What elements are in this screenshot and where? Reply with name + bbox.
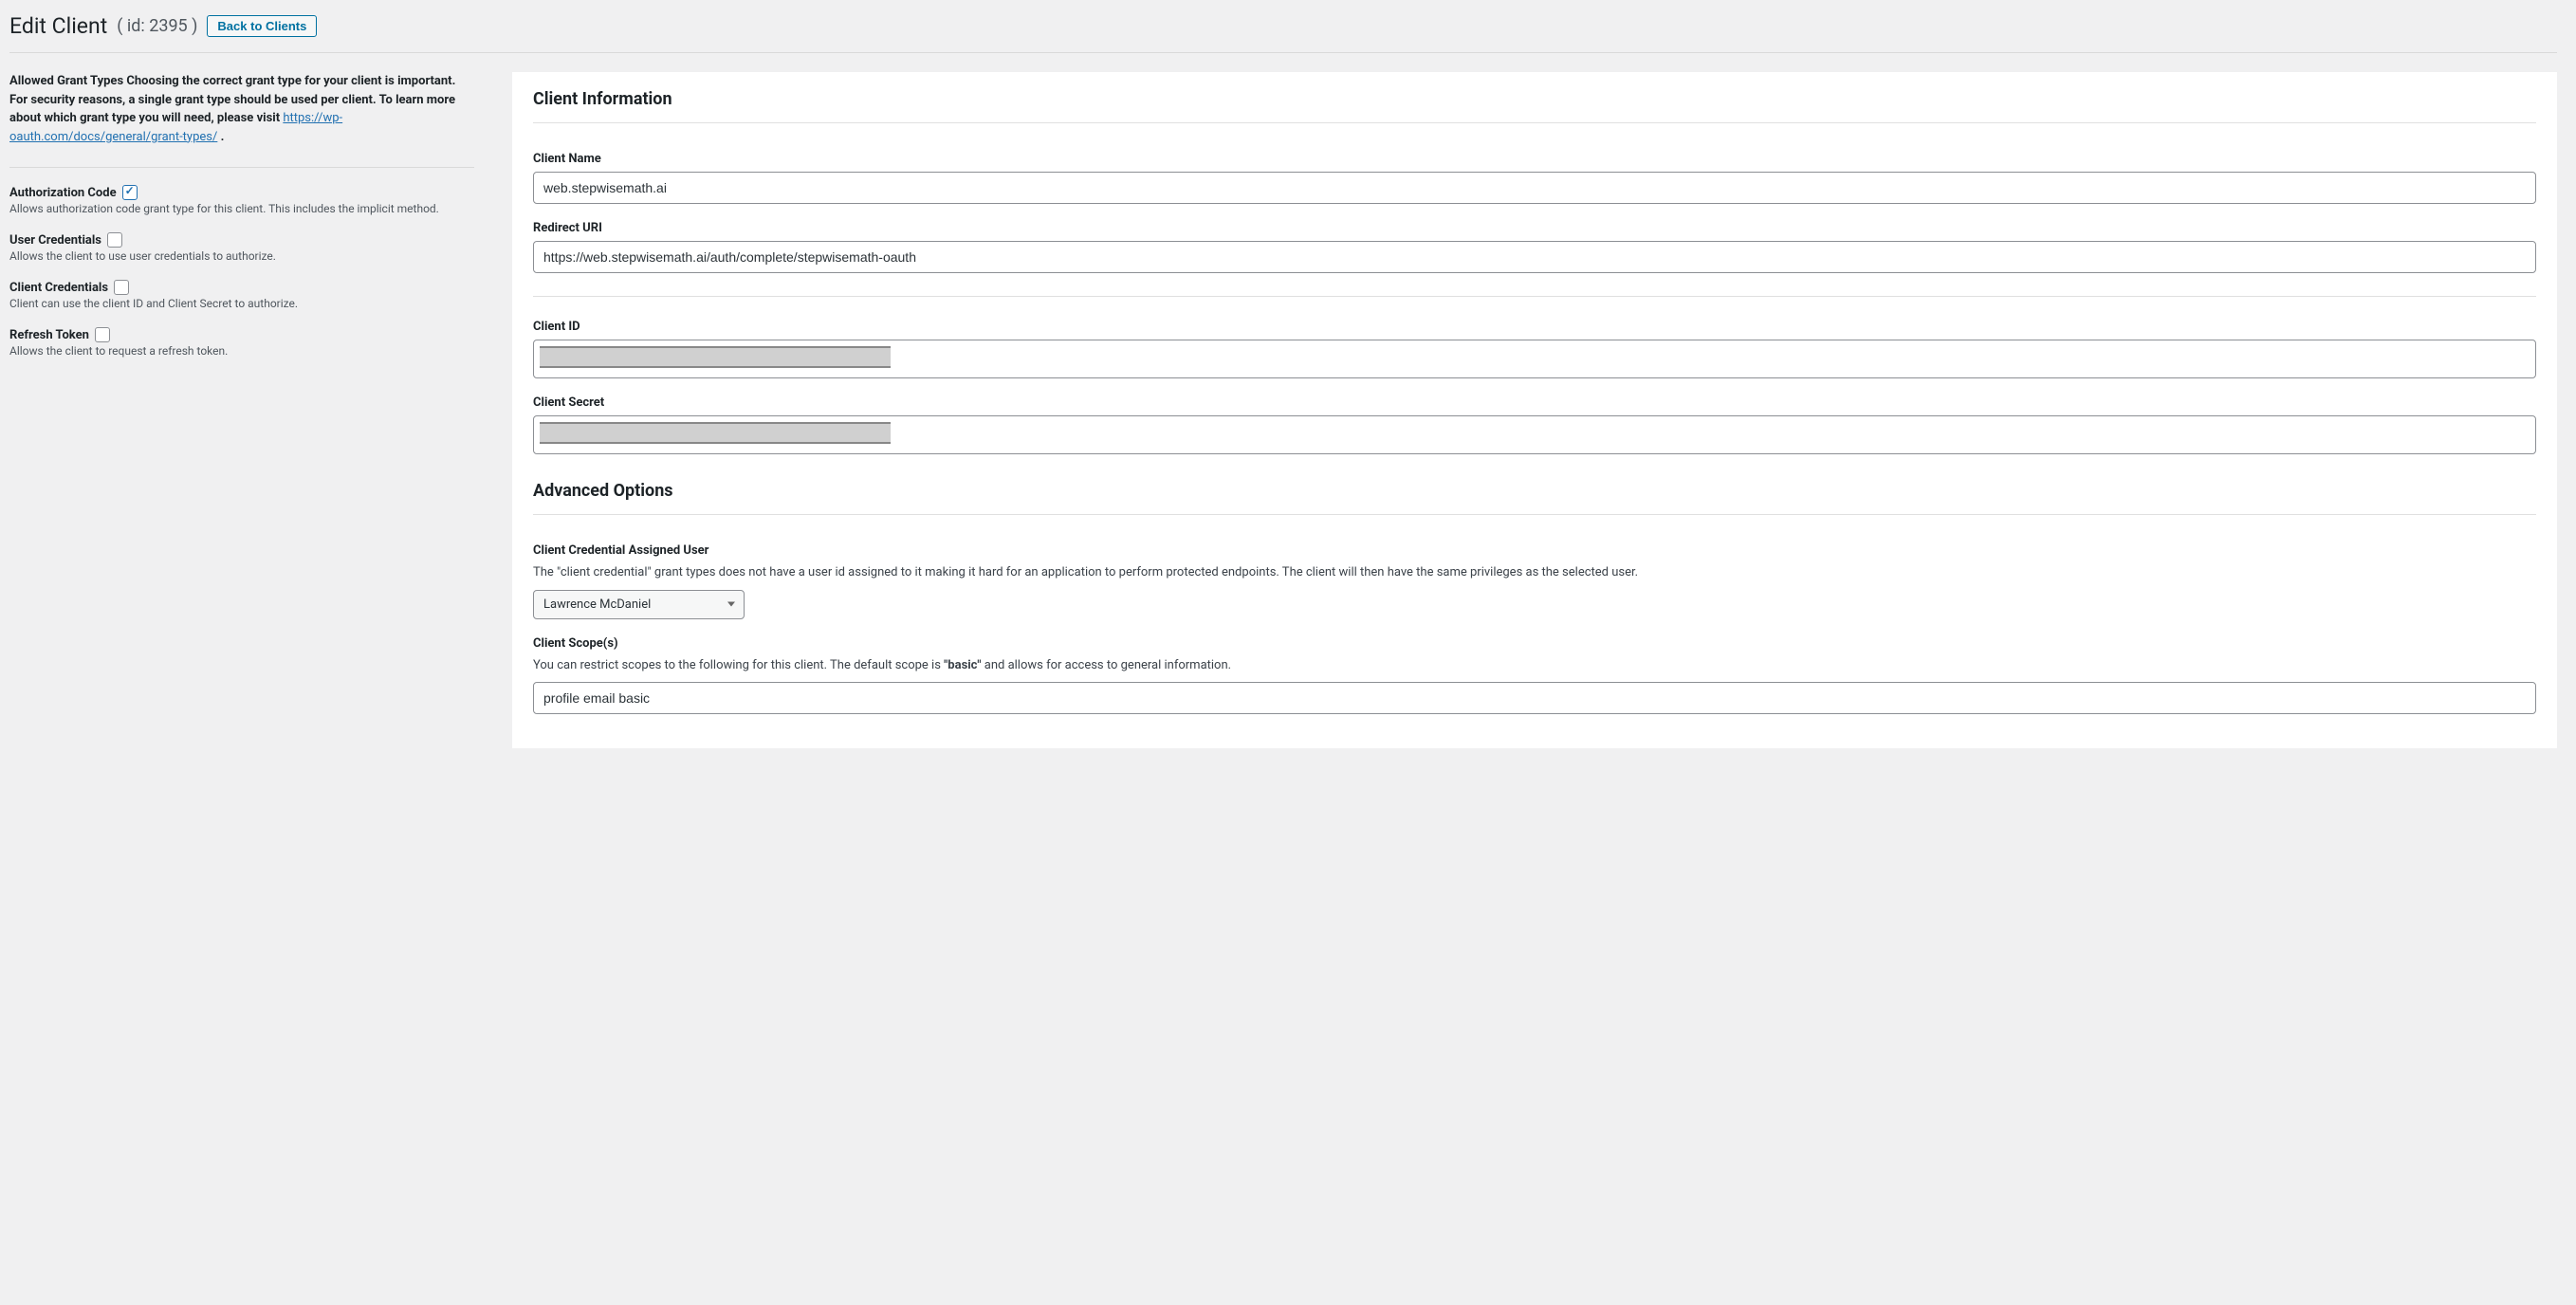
assigned-user-field: Client Credential Assigned User The "cli… — [533, 543, 2536, 619]
client-secret-value[interactable] — [533, 415, 2536, 454]
grant-label: User Credentials — [9, 233, 101, 248]
assigned-user-selected-value: Lawrence McDaniel — [543, 597, 651, 612]
divider — [533, 122, 2536, 123]
grant-label: Refresh Token — [9, 328, 89, 342]
assigned-user-desc: The "client credential" grant types does… — [533, 563, 2536, 582]
redacted-icon — [540, 422, 891, 444]
grant-desc: Allows the client to request a refresh t… — [9, 344, 474, 358]
grant-label: Authorization Code — [9, 186, 117, 200]
redirect-uri-input[interactable] — [533, 241, 2536, 273]
divider — [9, 167, 474, 168]
client-name-field: Client Name — [533, 152, 2536, 204]
grant-client-credentials: Client Credentials Client can use the cl… — [9, 280, 474, 310]
page-subtitle: ( id: 2395 ) — [117, 16, 197, 36]
grant-user-credentials-checkbox[interactable] — [107, 232, 122, 248]
grant-refresh-token-checkbox[interactable] — [95, 327, 110, 342]
client-scopes-input[interactable] — [533, 682, 2536, 714]
client-secret-label: Client Secret — [533, 395, 2536, 410]
client-scopes-field: Client Scope(s) You can restrict scopes … — [533, 636, 2536, 715]
client-form-panel: Client Information Client Name Redirect … — [512, 72, 2557, 748]
grant-refresh-token: Refresh Token Allows the client to reque… — [9, 327, 474, 358]
grant-desc: Client can use the client ID and Client … — [9, 297, 474, 310]
redacted-icon — [540, 346, 891, 368]
grant-user-credentials: User Credentials Allows the client to us… — [9, 232, 474, 263]
client-id-label: Client ID — [533, 320, 2536, 334]
grant-desc: Allows authorization code grant type for… — [9, 202, 474, 215]
grant-authorization-code-checkbox[interactable] — [122, 185, 138, 200]
back-to-clients-button[interactable]: Back to Clients — [207, 15, 317, 37]
client-scopes-label: Client Scope(s) — [533, 636, 2536, 651]
grant-client-credentials-checkbox[interactable] — [114, 280, 129, 295]
redirect-uri-field: Redirect URI — [533, 221, 2536, 273]
client-name-label: Client Name — [533, 152, 2536, 166]
grant-types-panel: Allowed Grant Types Choosing the correct… — [9, 72, 484, 748]
client-secret-field: Client Secret — [533, 395, 2536, 454]
divider — [533, 296, 2536, 297]
redirect-uri-label: Redirect URI — [533, 221, 2536, 235]
client-id-field: Client ID — [533, 320, 2536, 378]
page-title: Edit Client — [9, 13, 107, 39]
assigned-user-select[interactable]: Lawrence McDaniel — [533, 590, 745, 619]
grant-authorization-code: Authorization Code Allows authorization … — [9, 185, 474, 215]
grant-intro-suffix: . — [217, 130, 224, 144]
divider — [533, 514, 2536, 515]
grant-intro-text: Allowed Grant Types Choosing the correct… — [9, 72, 474, 146]
client-information-heading: Client Information — [533, 89, 2536, 109]
client-id-value[interactable] — [533, 340, 2536, 378]
client-scopes-desc: You can restrict scopes to the following… — [533, 656, 2536, 675]
client-name-input[interactable] — [533, 172, 2536, 204]
page-header: Edit Client ( id: 2395 ) Back to Clients — [9, 9, 2557, 53]
grant-desc: Allows the client to use user credential… — [9, 249, 474, 263]
advanced-options-heading: Advanced Options — [533, 481, 2536, 501]
grant-label: Client Credentials — [9, 281, 108, 295]
assigned-user-label: Client Credential Assigned User — [533, 543, 2536, 558]
grant-intro-prefix: Allowed Grant Types — [9, 74, 126, 88]
